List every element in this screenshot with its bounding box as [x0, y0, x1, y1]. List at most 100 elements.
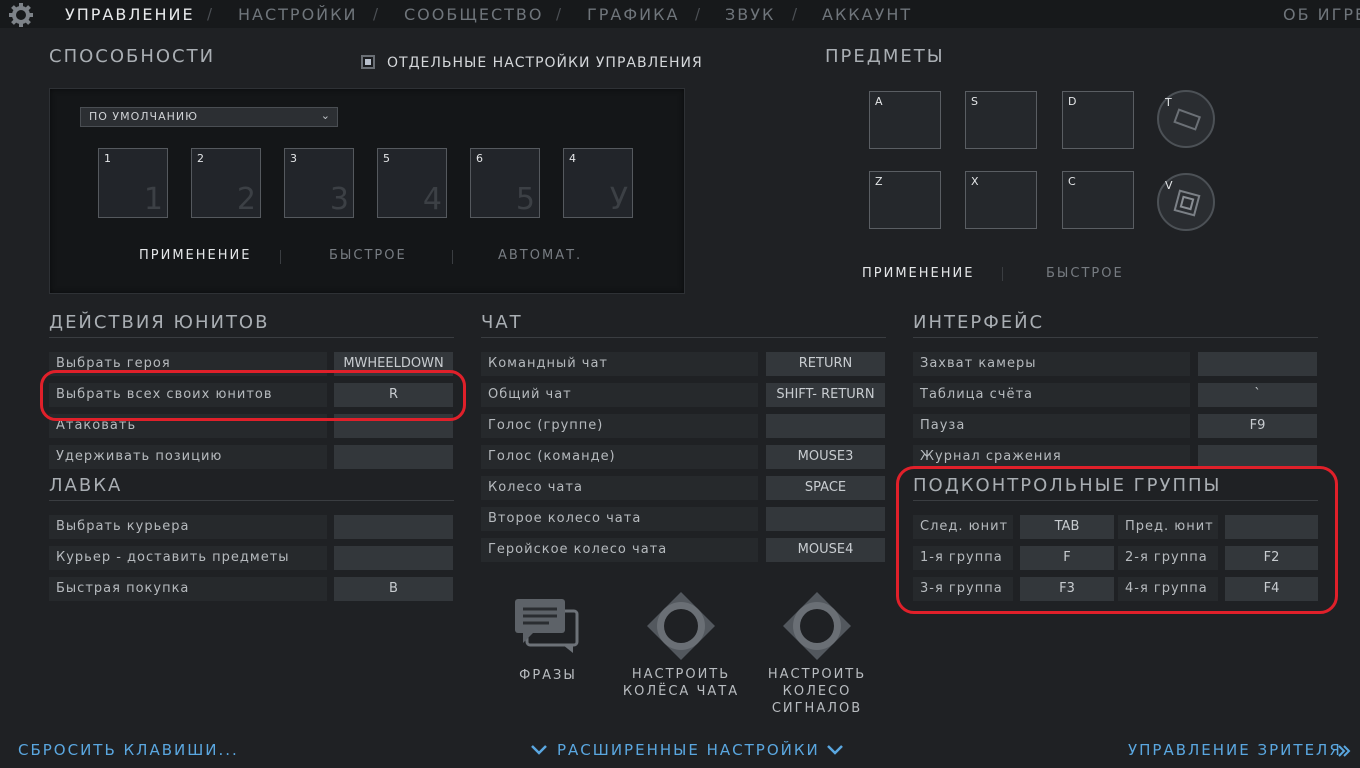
item-slot-x[interactable]: X: [965, 171, 1037, 229]
binding-key-hero-chat-wheel[interactable]: MOUSE4: [766, 538, 885, 562]
binding-key-scoreboard[interactable]: `: [1198, 383, 1317, 407]
advanced-settings-label: РАСШИРЕННЫЕ НАСТРОЙКИ: [557, 741, 820, 759]
binding-label: Таблица счёта: [913, 383, 1190, 407]
mode-divider: [280, 250, 281, 264]
chat-wheel-icon: [647, 592, 715, 660]
binding-key-courier-deliver[interactable]: [334, 546, 453, 570]
mode-divider: [452, 250, 453, 264]
slot-number: 3: [329, 182, 349, 217]
binding-label: Голос (группе): [481, 414, 758, 438]
label-line: КОЛЕСО: [782, 684, 852, 699]
preset-dropdown[interactable]: ПО УМОЛЧАНИЮ ⌄: [80, 107, 338, 127]
label-line: СИГНАЛОВ: [771, 701, 863, 716]
binding-key-pause[interactable]: F9: [1198, 414, 1317, 438]
gear-icon-svg: [9, 3, 33, 27]
ability-mode-quick[interactable]: БЫСТРОЕ: [329, 248, 407, 263]
shop-title: ЛАВКА: [49, 475, 123, 496]
chevron-down-icon: ⌄: [320, 109, 331, 122]
label-line: КОЛЁСА ЧАТА: [622, 684, 740, 699]
chat-title: ЧАТ: [481, 312, 523, 333]
section-divider: [481, 337, 886, 338]
neutral-item-icon: [1173, 189, 1201, 217]
configure-chat-wheels-label[interactable]: НАСТРОИТЬ КОЛЁСА ЧАТА: [611, 666, 751, 700]
binding-key-voice-party[interactable]: [766, 414, 885, 438]
reset-keys-link[interactable]: СБРОСИТЬ КЛАВИШИ...: [18, 741, 239, 759]
ability-slot-5[interactable]: 6 5: [470, 148, 540, 218]
advanced-settings-toggle[interactable]: РАСШИРЕННЫЕ НАСТРОЙКИ: [530, 741, 860, 761]
ability-slot-ultimate[interactable]: 4 У: [563, 148, 633, 218]
nav-separator: /: [695, 5, 701, 23]
tab-settings[interactable]: НАСТРОЙКИ: [238, 5, 357, 24]
phrases-button[interactable]: [513, 597, 583, 655]
binding-label: Быстрая покупка: [49, 577, 327, 601]
scroll-icon: [1173, 108, 1202, 131]
binding-label: Пауза: [913, 414, 1190, 438]
nav-separator: /: [373, 5, 379, 23]
binding-label: Голос (команде): [481, 445, 758, 469]
phrases-label[interactable]: ФРАЗЫ: [508, 667, 588, 684]
interface-title: ИНТЕРФЕЙС: [913, 312, 1045, 333]
phrases-label-line: ФРАЗЫ: [519, 668, 577, 683]
slot-key: 3: [290, 152, 297, 165]
item-mode-normal[interactable]: ПРИМЕНЕНИЕ: [862, 266, 974, 281]
slot-key: 4: [569, 152, 576, 165]
binding-label: Геройское колесо чата: [481, 538, 758, 562]
ability-slot-4[interactable]: 5 4: [377, 148, 447, 218]
configure-ping-wheel-button[interactable]: [781, 590, 853, 662]
nav-separator: /: [556, 5, 562, 23]
tab-about[interactable]: ОБ ИГРЕ: [1283, 5, 1360, 24]
ability-slot-1[interactable]: 1 1: [98, 148, 168, 218]
tab-account[interactable]: АККАУНТ: [822, 5, 912, 24]
nav-separator: /: [207, 5, 213, 23]
slot-key: 5: [383, 152, 390, 165]
neutral-item-slot[interactable]: V: [1157, 173, 1215, 231]
tab-community[interactable]: СООБЩЕСТВО: [404, 5, 543, 24]
item-slot-d[interactable]: D: [1062, 91, 1134, 149]
slot-number: У: [609, 182, 628, 217]
binding-key-camera-grip[interactable]: [1198, 352, 1317, 376]
teleport-scroll-slot[interactable]: T: [1157, 90, 1215, 148]
binding-key-hold-position[interactable]: [334, 445, 453, 469]
label-line: НАСТРОИТЬ: [767, 667, 867, 682]
binding-key-quick-buy[interactable]: B: [334, 577, 453, 601]
item-slot-c[interactable]: C: [1062, 171, 1134, 229]
ability-mode-auto[interactable]: АВТОМАТ.: [498, 248, 582, 263]
section-divider: [49, 500, 454, 501]
slot-number: 5: [515, 182, 535, 217]
binding-key-team-chat[interactable]: RETURN: [766, 352, 885, 376]
ability-slot-2[interactable]: 2 2: [191, 148, 261, 218]
items-title: ПРЕДМЕТЫ: [825, 46, 945, 67]
item-slot-s[interactable]: S: [965, 91, 1037, 149]
tab-graphics[interactable]: ГРАФИКА: [587, 5, 679, 24]
binding-key-all-chat[interactable]: SHIFT- RETURN: [766, 383, 885, 407]
nav-separator: /: [792, 5, 798, 23]
spectator-controls-link[interactable]: УПРАВЛЕНИЕ ЗРИТЕЛЯ: [1128, 741, 1354, 761]
binding-key-voice-team[interactable]: MOUSE3: [766, 445, 885, 469]
slot-number: 1: [143, 182, 163, 217]
item-slot-z[interactable]: Z: [869, 171, 941, 229]
binding-key-select-courier[interactable]: [334, 515, 453, 539]
configure-chat-wheels-button[interactable]: [645, 590, 717, 662]
binding-key-second-chat-wheel[interactable]: [766, 507, 885, 531]
binding-label: Захват камеры: [913, 352, 1190, 376]
configure-ping-wheel-label[interactable]: НАСТРОИТЬ КОЛЕСО СИГНАЛОВ: [747, 666, 887, 717]
tab-sound[interactable]: ЗВУК: [725, 5, 775, 24]
ability-mode-normal[interactable]: ПРИМЕНЕНИЕ: [139, 248, 251, 263]
top-navigation: УПРАВЛЕНИЕ / НАСТРОЙКИ / СООБЩЕСТВО / ГР…: [0, 0, 1360, 28]
item-mode-quick[interactable]: БЫСТРОЕ: [1046, 266, 1124, 281]
gear-icon[interactable]: [8, 2, 34, 28]
highlight-annotation-select-all-units: [40, 370, 466, 421]
highlight-annotation-control-groups: [896, 466, 1338, 614]
double-chevron-right-icon: [1338, 745, 1351, 757]
separate-controls-label[interactable]: ОТДЕЛЬНЫЕ НАСТРОЙКИ УПРАВЛЕНИЯ: [387, 55, 703, 71]
slot-key: A: [875, 95, 883, 108]
binding-key-chat-wheel[interactable]: SPACE: [766, 476, 885, 500]
label-line: НАСТРОИТЬ: [631, 667, 731, 682]
unit-actions-title: ДЕЙСТВИЯ ЮНИТОВ: [49, 312, 270, 333]
spectator-controls-label: УПРАВЛЕНИЕ ЗРИТЕЛЯ: [1128, 741, 1342, 759]
slot-key: 6: [476, 152, 483, 165]
separate-controls-checkbox[interactable]: [361, 55, 375, 69]
ability-slot-3[interactable]: 3 3: [284, 148, 354, 218]
item-slot-a[interactable]: A: [869, 91, 941, 149]
tab-controls[interactable]: УПРАВЛЕНИЕ: [65, 5, 195, 24]
